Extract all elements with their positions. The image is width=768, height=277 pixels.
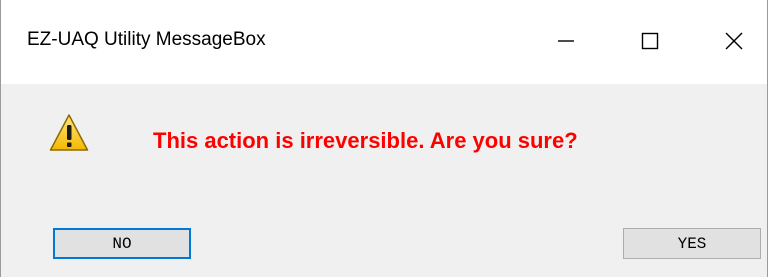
maximize-icon	[641, 32, 659, 50]
window-top-edge	[1, 0, 767, 3]
warning-icon	[49, 114, 89, 151]
yes-button[interactable]: YES	[623, 228, 761, 259]
window-title: EZ-UAQ Utility MessageBox	[27, 29, 266, 50]
no-button[interactable]: NO	[53, 228, 191, 259]
maximize-button[interactable]	[615, 16, 685, 66]
close-icon	[725, 32, 743, 50]
minimize-button[interactable]	[531, 16, 601, 66]
confirmation-message: This action is irreversible. Are you sur…	[153, 128, 578, 153]
minimize-icon	[558, 40, 574, 42]
title-bar[interactable]: EZ-UAQ Utility MessageBox	[1, 0, 767, 84]
yes-button-label: YES	[677, 234, 707, 253]
no-button-label: NO	[112, 234, 132, 253]
messagebox-window: EZ-UAQ Utility MessageBox This action is…	[0, 0, 768, 277]
close-button[interactable]	[699, 16, 768, 66]
